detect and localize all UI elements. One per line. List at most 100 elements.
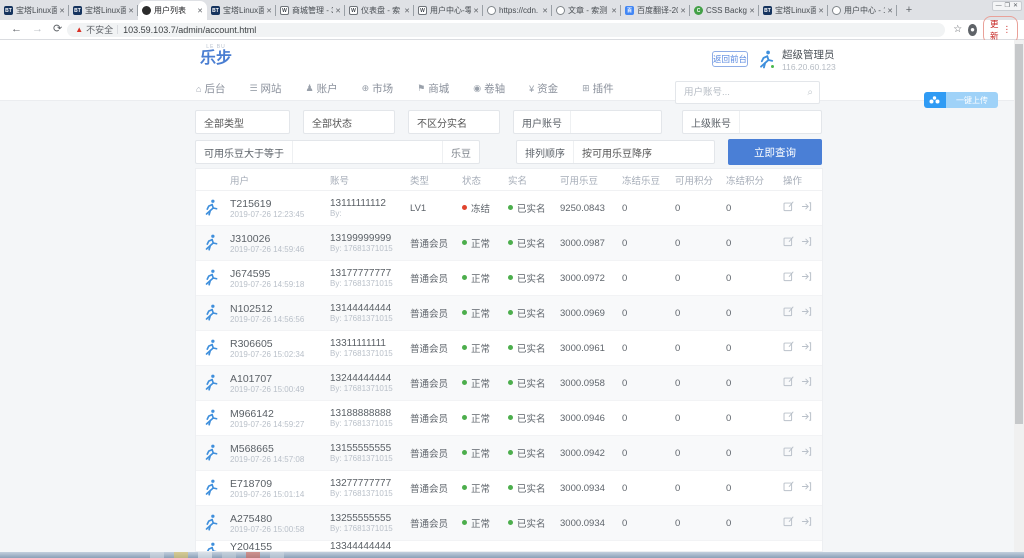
frozen-points-cell: 0	[726, 273, 783, 284]
nav-item-mall[interactable]: ⚑商城	[417, 81, 449, 96]
login-as-user-icon[interactable]	[801, 234, 812, 252]
parent-input[interactable]	[739, 111, 821, 133]
order-select[interactable]: 按可用乐豆降序	[573, 141, 714, 163]
login-as-user-icon[interactable]	[801, 269, 812, 287]
security-label[interactable]: 不安全	[86, 23, 113, 36]
tab-close-icon[interactable]: ✕	[611, 7, 617, 15]
login-as-user-icon[interactable]	[801, 374, 812, 392]
browser-tab-12[interactable]: 用户中心 - 1✕	[828, 1, 897, 20]
netdisk-upload-widget[interactable]: 一键上传	[924, 92, 998, 108]
tab-close-icon[interactable]: ✕	[59, 7, 65, 15]
browser-tab-5[interactable]: W仪表盘 - 索✕	[345, 1, 414, 20]
login-as-user-icon[interactable]	[801, 514, 812, 532]
scrollbar-thumb[interactable]	[1015, 44, 1023, 424]
status-select[interactable]: 全部状态	[303, 110, 395, 134]
edit-icon[interactable]	[783, 409, 794, 427]
type-select[interactable]: 全部类型	[195, 110, 290, 134]
nav-item-plugin[interactable]: ⊞插件	[582, 81, 614, 96]
nav-search-box[interactable]: ⌕	[675, 81, 820, 104]
tab-label: 宝塔Linux面	[85, 5, 126, 16]
available-ledou-cell: 3000.0969	[560, 308, 622, 319]
browser-tab-1[interactable]: BT宝塔Linux面✕	[69, 1, 138, 20]
browser-tab-2[interactable]: 用户列表✕	[138, 1, 207, 20]
search-icon[interactable]: ⌕	[807, 87, 813, 98]
login-as-user-icon[interactable]	[801, 444, 812, 462]
realname-select[interactable]: 不区分实名	[408, 110, 500, 134]
reload-icon[interactable]: ⟳	[53, 24, 62, 35]
edit-icon[interactable]	[783, 479, 794, 497]
nav-item-account[interactable]: ♟账户	[306, 81, 338, 96]
login-as-user-icon[interactable]	[801, 479, 812, 497]
browser-tab-11[interactable]: BT宝塔Linux面✕	[759, 1, 828, 20]
user-avatar-runner-icon	[196, 478, 230, 498]
nav-item-market[interactable]: ⊕市场	[362, 81, 394, 96]
nav-item-home[interactable]: ⌂后台	[196, 81, 225, 96]
ledou-min-input[interactable]	[292, 141, 442, 163]
tab-close-icon[interactable]: ✕	[473, 7, 479, 15]
browser-tab-8[interactable]: 文章 - 索测✕	[552, 1, 621, 20]
tab-close-icon[interactable]: ✕	[404, 7, 410, 15]
edit-icon[interactable]	[783, 304, 794, 322]
profile-avatar[interactable]: ●	[968, 24, 977, 36]
login-as-user-icon[interactable]	[801, 199, 812, 217]
back-to-frontend-button[interactable]: 返回前台	[712, 51, 748, 67]
account-input[interactable]	[570, 111, 661, 133]
frozen-ledou-cell: 0	[622, 518, 675, 529]
table-row: T2156192019-07-26 12:23:4513111111112By:…	[196, 191, 822, 226]
table-header-cell: 冻结积分	[726, 173, 783, 187]
account-referrer: By: 17681371015	[330, 524, 406, 533]
minimize-icon[interactable]: —	[996, 3, 1002, 9]
tab-close-icon[interactable]: ✕	[128, 7, 134, 15]
tab-close-icon[interactable]: ✕	[749, 7, 755, 15]
query-button[interactable]: 立即查询	[728, 139, 822, 165]
edit-icon[interactable]	[783, 339, 794, 357]
tab-label: 宝塔Linux面	[775, 5, 816, 16]
admin-profile[interactable]: 超级管理员 116.20.60.123	[756, 47, 836, 72]
menu-dots-icon[interactable]: ⋮	[1003, 24, 1012, 35]
login-as-user-icon[interactable]	[801, 304, 812, 322]
restore-icon[interactable]: ❐	[1005, 3, 1010, 9]
nav-item-site[interactable]: ☰网站	[249, 81, 281, 96]
page-scrollbar[interactable]	[1014, 40, 1024, 552]
new-tab-button[interactable]: +	[901, 2, 917, 18]
edit-icon[interactable]	[783, 514, 794, 532]
forward-icon[interactable]: →	[32, 24, 43, 35]
user-name: M966142	[230, 408, 326, 420]
close-icon[interactable]: ✕	[1013, 3, 1018, 9]
login-as-user-icon[interactable]	[801, 339, 812, 357]
tab-close-icon[interactable]: ✕	[266, 7, 272, 15]
edit-icon[interactable]	[783, 444, 794, 462]
netdisk-icon[interactable]	[924, 92, 946, 108]
url-bar[interactable]: ▲ 不安全 103.59.103.7/admin/account.html	[67, 23, 945, 37]
netdisk-label[interactable]: 一键上传	[946, 92, 998, 108]
tab-close-icon[interactable]: ✕	[818, 7, 824, 15]
taskbar-sliver[interactable]	[0, 552, 1024, 558]
back-icon[interactable]: ←	[11, 24, 22, 35]
edit-icon[interactable]	[783, 269, 794, 287]
browser-tab-9[interactable]: 百百度翻译-20✕	[621, 1, 690, 20]
user-avatar-runner-icon	[196, 268, 230, 288]
browser-tab-0[interactable]: BT宝塔Linux面✕	[0, 1, 69, 20]
login-as-user-icon[interactable]	[801, 409, 812, 427]
frozen-points-cell: 0	[726, 203, 783, 214]
search-input[interactable]	[682, 86, 807, 99]
nav-item-scroll[interactable]: ◉卷轴	[473, 81, 505, 96]
tab-close-icon[interactable]: ✕	[335, 7, 341, 15]
edit-icon[interactable]	[783, 374, 794, 392]
tab-close-icon[interactable]: ✕	[542, 7, 548, 15]
edit-icon[interactable]	[783, 199, 794, 217]
frozen-points-cell: 0	[726, 308, 783, 319]
browser-tab-6[interactable]: W用户中心-零✕	[414, 1, 483, 20]
site-logo[interactable]: LE BU 乐步	[200, 44, 232, 68]
bookmark-star-icon[interactable]: ☆	[953, 24, 962, 35]
browser-tab-4[interactable]: W商城管理 - 3✕	[276, 1, 345, 20]
tab-close-icon[interactable]: ✕	[197, 7, 203, 15]
edit-icon[interactable]	[783, 234, 794, 252]
browser-tab-3[interactable]: BT宝塔Linux面✕	[207, 1, 276, 20]
tab-close-icon[interactable]: ✕	[887, 7, 893, 15]
browser-tab-7[interactable]: https://cdn.✕	[483, 1, 552, 20]
nav-item-funds[interactable]: ¥资金	[529, 81, 558, 96]
tab-close-icon[interactable]: ✕	[680, 7, 686, 15]
browser-tab-10[interactable]: CCSS Backgr✕	[690, 1, 759, 20]
url-text[interactable]: 103.59.103.7/admin/account.html	[123, 25, 256, 35]
